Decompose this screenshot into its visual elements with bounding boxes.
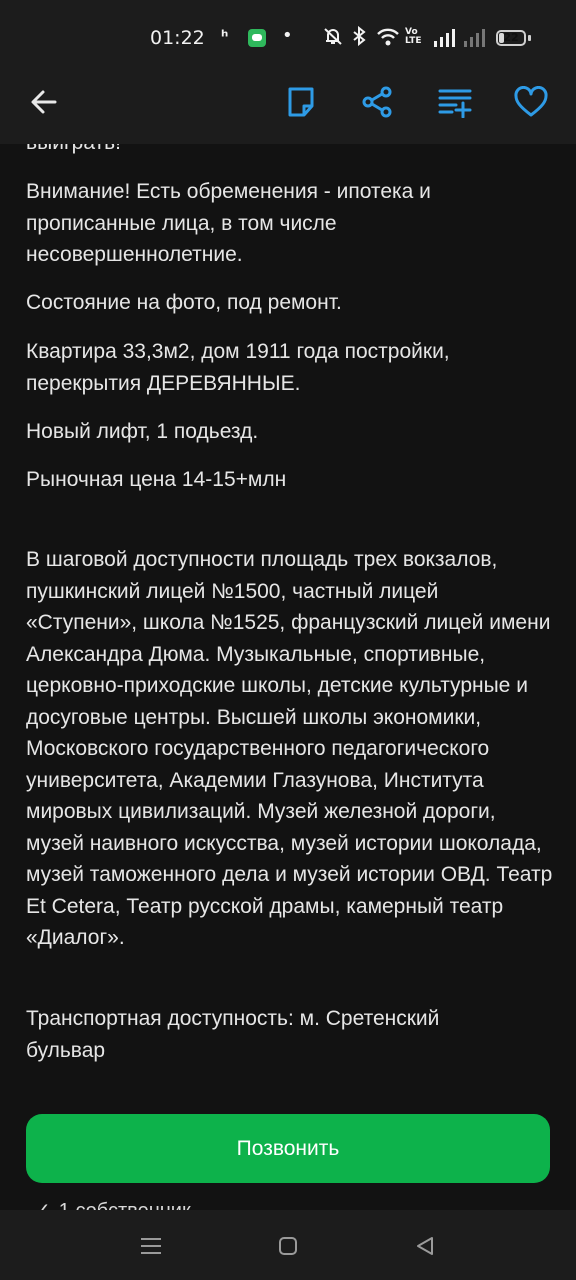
owners-label: 1 собственник [59,1200,191,1210]
description-paragraph: Рыночная цена 14-15+млн [26,468,287,491]
description-paragraph: Внимание! Есть обременения - ипотека и п… [26,180,431,266]
check-icon: ✓ [34,1200,51,1210]
system-back-button[interactable] [407,1228,443,1264]
wechat-icon [248,29,266,47]
battery-icon: 22 [496,30,526,46]
back-arrow-icon [31,90,57,114]
owners-row: ✓ 1 собственник [34,1196,191,1210]
favorite-heart-icon [514,86,548,117]
home-button[interactable] [270,1228,306,1264]
back-button[interactable] [22,80,66,124]
call-button[interactable]: Позвонить [26,1114,550,1183]
share-button[interactable] [355,80,399,124]
favorite-button[interactable] [509,80,553,124]
share-icon [362,86,392,118]
signal-icon [434,29,458,47]
volte-icon: Vo LTE [405,27,422,46]
bluetooth-icon [352,25,366,50]
signal-no-sim-icon [464,29,488,47]
dot-icon: • [282,25,293,46]
app-bar [0,60,576,144]
navigation-bar [0,1210,576,1280]
compare-list-icon [438,89,472,118]
notes-icon [288,87,314,117]
status-time: 01:22 [150,27,205,49]
description-paragraph: Состояние на фото, под ремонт. [26,291,342,314]
battery-tip [528,35,531,41]
home-square-icon [279,1237,297,1255]
notes-button[interactable] [279,80,323,124]
description-paragraph: Транспортная доступность: м. Сретенский … [26,1007,440,1062]
description-paragraph: Новый лифт, 1 подьезд. [26,420,259,443]
compare-button[interactable] [433,80,477,124]
description-cut-line: выиграть! [26,144,121,159]
battery-percent: 22 [503,31,519,44]
mute-icon [322,26,344,50]
h-icon: ʰ [221,27,229,46]
menu-icon [141,1238,161,1254]
listing-description: выиграть! Внимание! Есть обременения - и… [26,144,556,1210]
wifi-icon [376,27,400,51]
back-triangle-icon [417,1237,433,1255]
status-bar: 01:22 ʰ • Vo LTE 22 [0,0,576,60]
description-paragraph: Квартира 33,3м2, дом 1911 года постройки… [26,340,450,395]
description-paragraph: В шаговой доступности площадь трех вокза… [26,548,553,949]
menu-button[interactable] [133,1228,169,1264]
